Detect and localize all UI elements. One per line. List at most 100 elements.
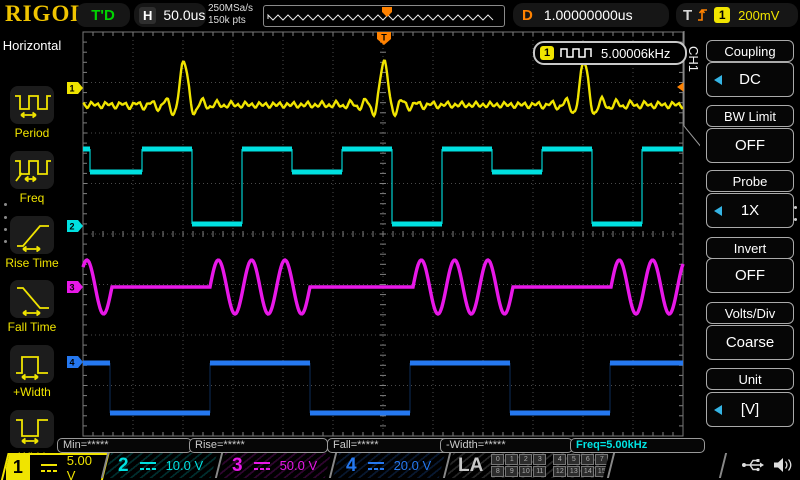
la-digit-10: 10: [519, 466, 532, 477]
channel-number: 1: [6, 455, 30, 480]
channel-2-marker: 2: [67, 220, 83, 232]
menu-item-value: Coarse: [726, 334, 774, 351]
la-digit-7: 7: [595, 454, 608, 465]
scroll-indicator-dot: [4, 216, 7, 219]
top-status-bar: RIGOL T'D H 50.0us 250MSa/s 150k pts D 1…: [0, 0, 800, 30]
channel-number: 4: [346, 455, 357, 477]
horizontal-scale-box[interactable]: H 50.0us: [134, 3, 206, 27]
trigger-position-marker: T: [377, 32, 391, 45]
la-digit-4: 4: [553, 454, 566, 465]
la-digit-3: 3: [533, 454, 546, 465]
left-arrow-icon: [714, 75, 722, 85]
channel-3-marker: 3: [67, 281, 83, 293]
measure-button-label: +Width: [0, 385, 64, 399]
svg-text:1: 1: [69, 84, 74, 94]
measure-readout: -Width=*****: [440, 438, 573, 453]
channel-scale: 10.0 V: [166, 458, 204, 473]
dc-coupling-icon: [366, 460, 386, 472]
acquisition-info: 250MSa/s 150k pts: [208, 3, 253, 27]
speaker-icon: [773, 457, 793, 473]
channel-3-block[interactable]: 3 50.0 V: [219, 453, 331, 478]
channel-1-block[interactable]: 1 5.00 V: [0, 453, 109, 480]
la-digit-9: 9: [505, 466, 518, 477]
menu-softkey-volts-div[interactable]: Coarse: [706, 325, 794, 360]
channel-scale: 5.00 V: [67, 453, 104, 480]
menu-tab-title: CH1: [686, 46, 701, 72]
horizontal-label: H: [139, 7, 156, 24]
svg-text:T: T: [381, 33, 387, 43]
menu-page-dot: [794, 206, 797, 209]
menu-item-value: DC: [739, 71, 761, 88]
frequency-counter-badge: 1 5.00006kHz: [533, 41, 687, 65]
menu-item-value: OFF: [735, 137, 765, 154]
la-digit-6: 6: [581, 454, 594, 465]
horizontal-scale-value: 50.0us: [163, 7, 205, 23]
measure-button-period[interactable]: [10, 86, 54, 124]
menu-softkey-bw-limit[interactable]: OFF: [706, 128, 794, 163]
trigger-level-marker: [677, 82, 684, 92]
counter-value: 5.00006kHz: [601, 46, 670, 61]
channel-scale: 50.0 V: [280, 458, 318, 473]
neg-width-icon: [13, 412, 51, 446]
dc-coupling-icon: [138, 460, 158, 472]
measure-button-label: Period: [0, 126, 64, 140]
square-wave-icon: [560, 47, 594, 59]
measure-button--width[interactable]: [10, 345, 54, 383]
delay-label: D: [522, 7, 533, 24]
svg-text:4: 4: [69, 358, 74, 368]
la-digit-14: 14: [581, 466, 594, 477]
measure-menu: Horizontal PeriodFreqRise TimeFall Time+…: [0, 30, 64, 453]
channel-4-block[interactable]: 420.0 V: [333, 453, 445, 478]
la-digit-1: 1: [505, 454, 518, 465]
sample-rate: 250MSa/s: [208, 3, 253, 15]
channel-2-block[interactable]: 2 10.0 V: [105, 453, 217, 478]
measure-button-label: Rise Time: [0, 256, 64, 270]
trigger-settings-box[interactable]: T 1 200mV: [676, 3, 798, 27]
trigger-level-value: 200mV: [738, 8, 779, 23]
usb-icon: [741, 457, 765, 473]
channel-number: 2: [118, 455, 129, 477]
measure-button-rise-time[interactable]: [10, 216, 54, 254]
fall-time-icon: [13, 282, 51, 316]
channel-4-marker: 4: [67, 356, 83, 368]
measure-menu-title: Horizontal: [0, 38, 64, 53]
channel-status-bar: 15.00 V210.0 V350.0 V420.0 VLA0123456789…: [0, 453, 800, 480]
delay-box[interactable]: D 1.00000000us: [513, 3, 669, 27]
trigger-source-badge: 1: [714, 7, 730, 23]
scroll-indicator-dot: [4, 203, 7, 206]
dc-coupling-icon: [252, 460, 272, 472]
dc-coupling-icon: [39, 462, 59, 474]
channel-number: 3: [232, 455, 243, 477]
menu-item-value: [V]: [741, 401, 759, 418]
counter-source-badge: 1: [540, 46, 554, 60]
trigger-status-text: T'D: [91, 7, 115, 24]
svg-text:2: 2: [69, 222, 74, 232]
left-arrow-icon: [714, 405, 722, 415]
la-label: LA: [458, 455, 483, 477]
channel-1-marker: 1: [67, 82, 83, 94]
menu-softkey-probe[interactable]: 1X: [706, 193, 794, 228]
menu-softkey-coupling[interactable]: DC: [706, 62, 794, 97]
la-digit-13: 13: [567, 466, 580, 477]
menu-softkey-unit[interactable]: [V]: [706, 392, 794, 427]
measure-readout: Fall=*****: [327, 438, 452, 453]
menu-item-label: Probe: [706, 170, 794, 192]
waveform-display: 1234T: [0, 0, 800, 480]
measure-button-freq[interactable]: [10, 151, 54, 189]
freq-readout: Freq=5.00kHz: [570, 438, 705, 453]
delay-value: 1.00000000us: [544, 7, 633, 23]
scroll-indicator-dot: [4, 228, 7, 231]
pos-width-icon: [13, 347, 51, 381]
measure-button--width[interactable]: [10, 410, 54, 448]
measure-readout: Min=*****: [57, 438, 192, 453]
bar-separator: [719, 453, 727, 478]
menu-softkey-invert[interactable]: OFF: [706, 258, 794, 293]
la-block[interactable]: LA0123456789101112131415: [447, 453, 609, 478]
measure-button-fall-time[interactable]: [10, 280, 54, 318]
la-digit-8: 8: [491, 466, 504, 477]
measure-button-label: Fall Time: [0, 320, 64, 334]
memory-depth: 150k pts: [208, 15, 253, 27]
la-digit-0: 0: [491, 454, 504, 465]
menu-item-label: Invert: [706, 237, 794, 259]
waveform-overview-strip[interactable]: [263, 5, 505, 27]
